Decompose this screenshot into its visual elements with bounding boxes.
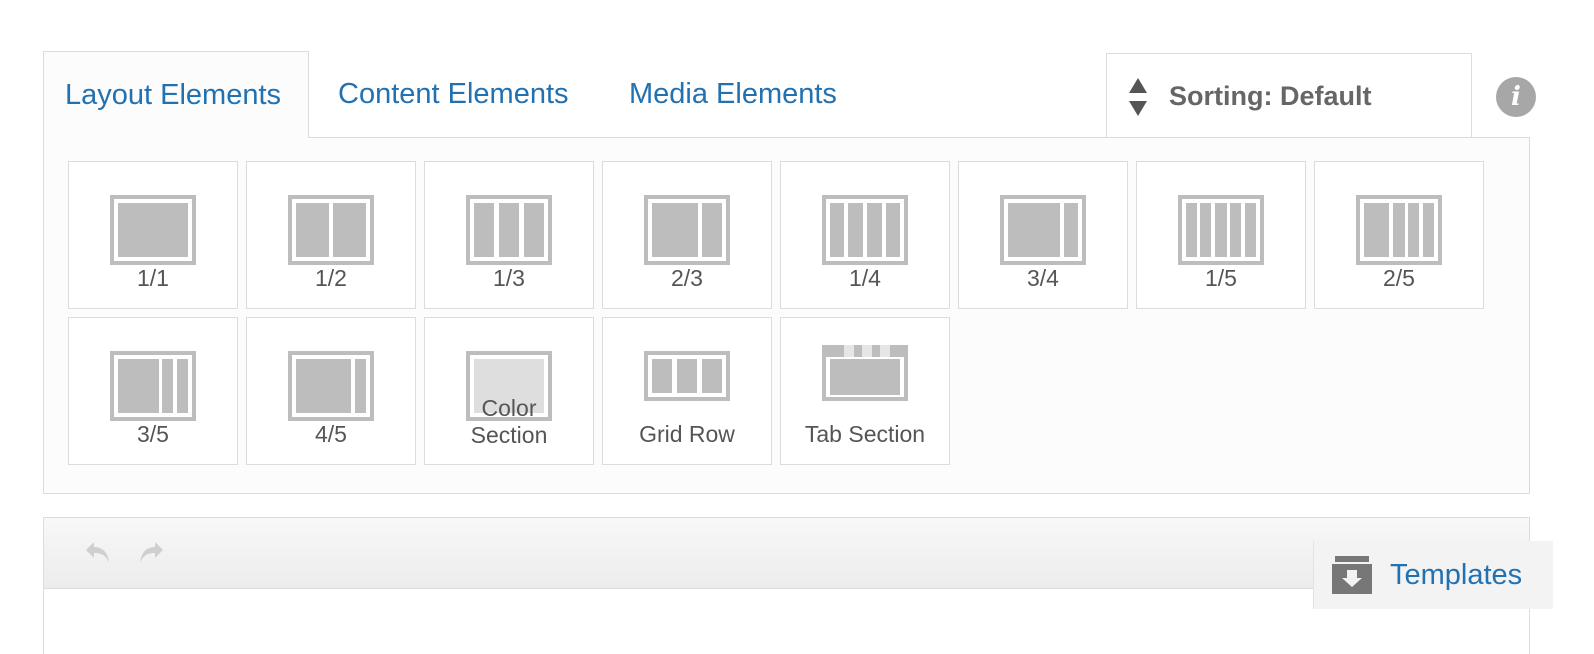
sorting-label: Sorting: Default bbox=[1169, 81, 1372, 111]
layout-elements-panel: 1/1 1/2 1/3 2/3 1/4 3/4 1/5 2/5 3/5 4/5 … bbox=[43, 137, 1530, 494]
element-2-5[interactable]: 2/5 bbox=[1314, 161, 1484, 309]
element-label: 4/5 bbox=[315, 421, 347, 447]
element-label: 1/2 bbox=[315, 265, 347, 291]
element-label: 1/5 bbox=[1205, 265, 1237, 291]
element-1-3[interactable]: 1/3 bbox=[424, 161, 594, 309]
element-1-4[interactable]: 1/4 bbox=[780, 161, 950, 309]
info-icon[interactable]: i bbox=[1496, 77, 1536, 117]
element-label: 1/1 bbox=[137, 265, 169, 291]
templates-label: Templates bbox=[1390, 559, 1523, 591]
column-4-5-icon bbox=[288, 351, 374, 421]
tab-layout-elements[interactable]: Layout Elements bbox=[43, 51, 309, 138]
element-3-4[interactable]: 3/4 bbox=[958, 161, 1128, 309]
element-grid-row[interactable]: Grid Row bbox=[602, 317, 772, 465]
column-1-2-icon bbox=[288, 195, 374, 265]
element-label-line1: Color bbox=[481, 395, 537, 421]
element-label: Color Section bbox=[425, 395, 593, 449]
tab-content-elements[interactable]: Content Elements bbox=[338, 51, 569, 137]
sorting-dropdown[interactable]: Sorting: Default bbox=[1106, 53, 1472, 137]
element-label: 2/5 bbox=[1383, 265, 1415, 291]
element-label: 1/4 bbox=[849, 265, 881, 291]
column-1-5-icon bbox=[1178, 195, 1264, 265]
column-1-3-icon bbox=[466, 195, 552, 265]
builder-canvas bbox=[43, 517, 1530, 654]
element-2-3[interactable]: 2/3 bbox=[602, 161, 772, 309]
element-label: 2/3 bbox=[671, 265, 703, 291]
undo-icon[interactable] bbox=[84, 540, 112, 566]
column-1-4-icon bbox=[822, 195, 908, 265]
element-label: 3/5 bbox=[137, 421, 169, 447]
tab-section-icon bbox=[822, 345, 908, 401]
element-1-1[interactable]: 1/1 bbox=[68, 161, 238, 309]
grid-row-icon bbox=[644, 351, 730, 401]
element-3-5[interactable]: 3/5 bbox=[68, 317, 238, 465]
column-3-4-icon bbox=[1000, 195, 1086, 265]
element-label-line2: Section bbox=[470, 422, 548, 448]
element-tabs: Layout Elements Content Elements Media E… bbox=[43, 51, 1536, 138]
column-2-3-icon bbox=[644, 195, 730, 265]
templates-box-icon bbox=[1332, 556, 1372, 594]
column-3-5-icon bbox=[110, 351, 196, 421]
element-1-2[interactable]: 1/2 bbox=[246, 161, 416, 309]
element-label: Tab Section bbox=[804, 421, 926, 447]
templates-button[interactable]: Templates bbox=[1313, 541, 1553, 609]
element-label: Grid Row bbox=[639, 421, 735, 447]
column-2-5-icon bbox=[1356, 195, 1442, 265]
element-4-5[interactable]: 4/5 bbox=[246, 317, 416, 465]
builder-toolbar bbox=[44, 518, 1529, 589]
element-tab-section[interactable]: Tab Section bbox=[780, 317, 950, 465]
element-label: 3/4 bbox=[1027, 265, 1059, 291]
sort-arrows-icon bbox=[1129, 78, 1147, 116]
tab-media-elements[interactable]: Media Elements bbox=[629, 51, 837, 137]
element-color-section[interactable]: Color Section bbox=[424, 317, 594, 465]
element-label: 1/3 bbox=[493, 265, 525, 291]
avia-builder: Layout Elements Content Elements Media E… bbox=[43, 51, 1536, 494]
element-1-5[interactable]: 1/5 bbox=[1136, 161, 1306, 309]
column-1-1-icon bbox=[110, 195, 196, 265]
redo-icon[interactable] bbox=[137, 540, 165, 566]
